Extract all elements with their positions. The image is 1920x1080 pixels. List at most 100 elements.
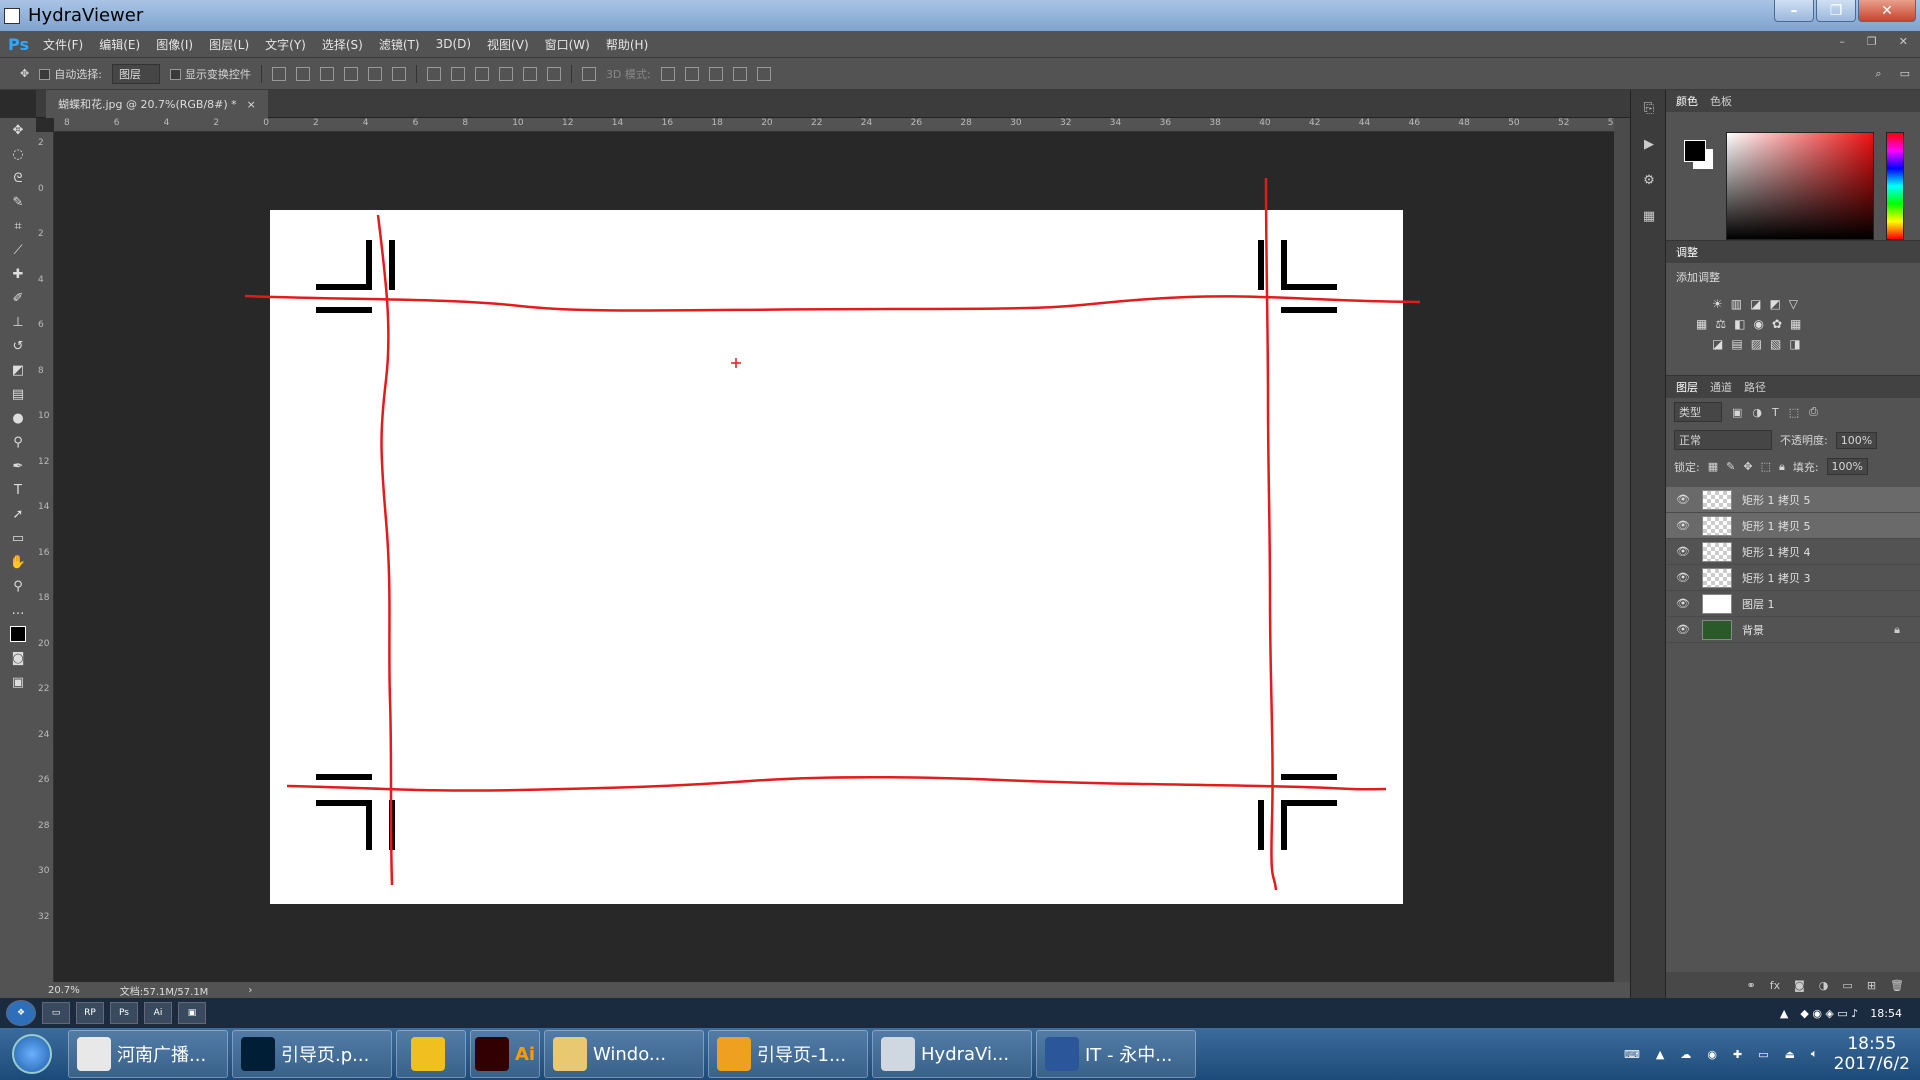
filter-shape-icon[interactable]: ⬚ [1789,406,1799,419]
threshold-icon[interactable]: ▨ [1751,337,1762,351]
visibility-eye-icon[interactable]: 👁︎ [1676,519,1692,532]
align-right-icon[interactable] [391,66,406,81]
menu-filter[interactable]: 滤镜(T) [379,36,420,53]
filter-smart-icon[interactable]: ⎙ [1809,405,1818,419]
search-icon[interactable]: ⌕ [1875,67,1881,81]
menu-edit[interactable]: 编辑(E) [99,36,140,53]
tab-paths[interactable]: 路径 [1744,379,1766,395]
more-tools-icon[interactable]: … [0,598,36,622]
inner-tray-arrow-icon[interactable]: ▲ [1780,1007,1788,1020]
taskbar-item[interactable] [396,1030,466,1078]
layer-filter-dropdown[interactable]: 类型 [1674,402,1722,422]
distribute-hcenter-icon[interactable] [522,66,537,81]
tray-arrow-icon[interactable]: ▲ [1656,1048,1664,1061]
auto-select-checkbox[interactable] [39,69,51,80]
close-button[interactable]: ✕ [1858,0,1916,22]
inner-ps-icon[interactable]: Ps [110,1002,138,1024]
color-balance-icon[interactable]: ⚖ [1715,317,1726,331]
brightness-icon[interactable]: ☀ [1712,297,1723,311]
type-tool[interactable]: T [0,478,36,502]
lock-all-icon[interactable]: 🔒︎ [1779,460,1785,474]
path-select-tool[interactable]: ➚ [0,502,36,526]
align-top-icon[interactable] [271,66,286,81]
3d-scale-icon[interactable] [756,66,771,81]
taskbar-item[interactable]: Ai [470,1030,540,1078]
filter-type-icon[interactable]: T [1772,406,1779,419]
visibility-eye-icon[interactable]: 👁︎ [1676,545,1692,558]
usb-icon[interactable]: ⏏ [1785,1048,1795,1061]
document-tab[interactable]: 蝴蝶和花.jpg @ 20.7%(RGB/8#) * × [46,90,268,118]
fx-icon[interactable]: fx [1770,979,1780,992]
gradient-tool[interactable]: ▤ [0,382,36,406]
menu-image[interactable]: 图像(I) [156,36,193,53]
eraser-tool[interactable]: ◩ [0,358,36,382]
distribute-left-icon[interactable] [498,66,513,81]
move-tool-icon[interactable]: ✥ [20,67,29,80]
new-layer-icon[interactable]: ⊞ [1867,979,1876,992]
menu-type[interactable]: 文字(Y) [265,36,306,53]
taskbar-item[interactable]: 河南广播... [68,1030,228,1078]
lasso-tool[interactable]: ᘓ [0,166,36,190]
zoom-tool[interactable]: ⚲ [0,574,36,598]
align-left-icon[interactable] [343,66,358,81]
channel-mixer-icon[interactable]: ✿ [1772,317,1782,331]
zoom-level[interactable]: 20.7% [48,985,80,996]
quick-select-tool[interactable]: ✎ [0,190,36,214]
taskbar-item[interactable]: IT - 永中... [1036,1030,1196,1078]
healing-tool[interactable]: ✚ [0,262,36,286]
color-spectrum[interactable] [1726,132,1874,240]
security-icon[interactable]: ✚ [1733,1048,1742,1061]
document-canvas[interactable] [270,210,1403,904]
taskbar-item[interactable]: Windo... [544,1030,704,1078]
menu-layer[interactable]: 图层(L) [209,36,249,53]
stamp-tool[interactable]: ⊥ [0,310,36,334]
pen-tool[interactable]: ✒ [0,454,36,478]
vibrance-icon[interactable]: ▽ [1789,297,1798,311]
3d-pan-icon[interactable] [708,66,723,81]
inner-viewer-icon[interactable]: ▣ [178,1002,206,1024]
levels-icon[interactable]: ▥ [1731,297,1742,311]
lock-move-icon[interactable]: ✥ [1743,460,1752,473]
shape-tool[interactable]: ▭ [0,526,36,550]
visibility-eye-icon[interactable]: 👁︎ [1676,571,1692,584]
invert-icon[interactable]: ◪ [1712,337,1723,351]
weather-icon[interactable]: ☁ [1680,1048,1691,1061]
align-hcenter-icon[interactable] [367,66,382,81]
distribute-bottom-icon[interactable] [474,66,489,81]
distribute-right-icon[interactable] [546,66,561,81]
taskbar-item[interactable]: 引导页-1... [708,1030,868,1078]
tab-channels[interactable]: 通道 [1710,379,1732,395]
tab-color[interactable]: 颜色 [1676,93,1698,109]
foreground-color-swatch[interactable] [1684,140,1706,162]
menu-window[interactable]: 窗口(W) [545,36,590,53]
selective-color-icon[interactable]: ◨ [1789,337,1800,351]
tab-layers[interactable]: 图层 [1676,379,1698,395]
menu-3d[interactable]: 3D(D) [436,37,471,51]
color-lookup-icon[interactable]: ▦ [1790,317,1801,331]
marquee-tool[interactable]: ◌ [0,142,36,166]
new-group-icon[interactable]: ▭ [1842,979,1852,992]
3d-slide-icon[interactable] [732,66,747,81]
show-transform-checkbox[interactable] [169,69,181,80]
menu-file[interactable]: 文件(F) [43,36,83,53]
tab-swatches[interactable]: 色板 [1710,93,1732,109]
doc-restore-icon[interactable]: ❐ [1867,35,1877,48]
maximize-button[interactable]: ❐ [1816,0,1856,22]
blur-tool[interactable]: ● [0,406,36,430]
layer-row[interactable]: 👁︎ 矩形 1 拷贝 3 [1666,565,1920,591]
curves-icon[interactable]: ◪ [1750,297,1761,311]
volume-icon[interactable]: 🔈︎ [1811,1047,1818,1061]
hsl-icon[interactable]: ▦ [1696,317,1707,331]
tab-adjustments[interactable]: 调整 [1676,244,1698,260]
gradient-map-icon[interactable]: ▧ [1770,337,1781,351]
visibility-eye-icon[interactable]: 👁︎ [1676,623,1692,636]
layer-row[interactable]: 👁︎ 矩形 1 拷贝 5 [1666,513,1920,539]
link-layers-icon[interactable]: ⚭ [1747,979,1756,992]
color-swatches[interactable] [0,622,36,646]
menu-view[interactable]: 视图(V) [487,36,529,53]
quick-mask-icon[interactable]: ◙ [0,646,36,670]
filter-adjust-icon[interactable]: ◑ [1752,406,1762,419]
auto-align-icon[interactable] [581,66,596,81]
bw-icon[interactable]: ◧ [1734,317,1745,331]
brush-tool[interactable]: ✐ [0,286,36,310]
